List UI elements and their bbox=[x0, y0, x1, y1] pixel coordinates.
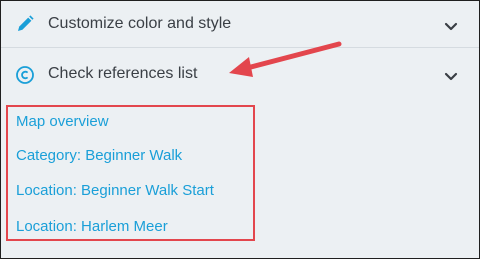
section-label: Customize color and style bbox=[48, 15, 232, 32]
reference-link-location-harlem[interactable]: Location: Harlem Meer bbox=[16, 218, 168, 235]
reference-link-map-overview[interactable]: Map overview bbox=[16, 113, 109, 130]
reference-link-category[interactable]: Category: Beginner Walk bbox=[16, 147, 182, 164]
pencil-icon bbox=[15, 14, 35, 34]
chevron-down-icon[interactable] bbox=[444, 69, 458, 81]
chevron-down-icon[interactable] bbox=[444, 19, 458, 31]
section-customize-color-style[interactable]: Customize color and style bbox=[1, 1, 479, 47]
copyright-circle-icon bbox=[15, 65, 35, 85]
divider bbox=[1, 47, 479, 48]
sidebar-panel: Customize color and style Check referenc… bbox=[0, 0, 480, 259]
section-check-references[interactable]: Check references list bbox=[1, 49, 479, 100]
reference-link-location-start[interactable]: Location: Beginner Walk Start bbox=[16, 182, 214, 199]
section-label: Check references list bbox=[48, 65, 198, 82]
